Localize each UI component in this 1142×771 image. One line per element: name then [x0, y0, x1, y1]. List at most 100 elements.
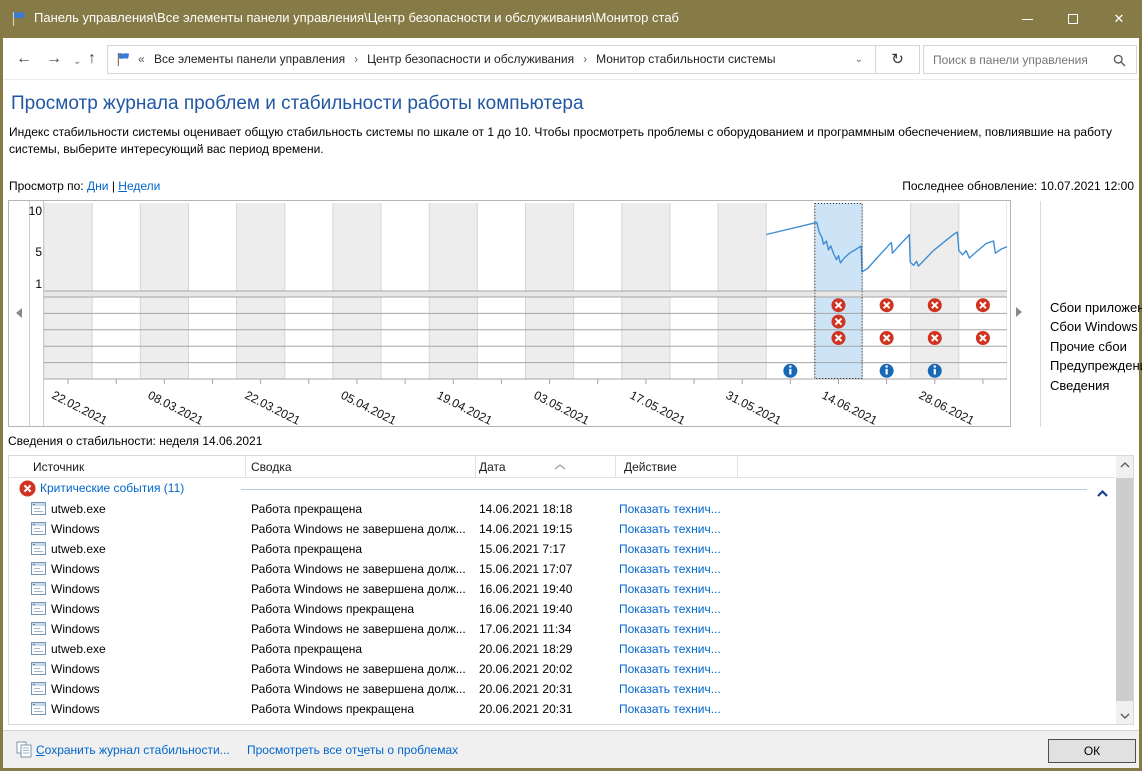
table-row[interactable]: utweb.exeРабота прекращена14.06.2021 18:…	[9, 499, 1115, 519]
show-details-link[interactable]: Показать технич...	[619, 502, 721, 516]
source-cell: Windows	[51, 562, 100, 576]
group-rule	[241, 489, 1087, 490]
error-icon	[976, 298, 990, 312]
minimize-icon	[1022, 19, 1033, 20]
error-icon	[880, 331, 894, 345]
vertical-scrollbar[interactable]	[1116, 456, 1133, 724]
column-header-2[interactable]: Сводка	[246, 456, 476, 478]
error-icon	[928, 331, 942, 345]
stability-chart[interactable]	[44, 203, 1007, 387]
show-details-link[interactable]: Показать технич...	[619, 642, 721, 656]
date-cell: 14.06.2021 18:18	[479, 502, 572, 516]
source-cell: Windows	[51, 582, 100, 596]
y-axis-tick: 5	[27, 244, 42, 260]
x-axis-label: 08.03.2021	[146, 388, 206, 428]
maximize-button[interactable]	[1050, 0, 1096, 38]
chart-axis-separator	[29, 201, 30, 426]
summary-cell: Работа Windows не завершена долж...	[251, 582, 466, 596]
column-header-4[interactable]: Действие	[616, 456, 738, 478]
forward-button[interactable]: →	[46, 51, 62, 67]
scroll-down-icon[interactable]	[1116, 707, 1133, 724]
breadcrumb-separator-icon: ›	[583, 52, 587, 66]
info-icon	[880, 364, 894, 378]
table-row[interactable]: Windows Работа Windows не завершена долж.…	[9, 579, 1115, 599]
address-bar[interactable]: « Все элементы панели управления › Центр б…	[107, 45, 876, 74]
view-by-label: Просмотр по:	[9, 179, 84, 193]
info-icon	[783, 364, 797, 378]
ok-button[interactable]: ОК	[1048, 739, 1136, 763]
table-row[interactable]: utweb.exeРабота прекращена20.06.2021 18:…	[9, 639, 1115, 659]
app-window: Панель управления\Все элементы панели уп…	[0, 0, 1142, 771]
footer-bar: Сохранить журнал стабильности... Просмот…	[3, 730, 1139, 768]
back-button[interactable]: ←	[16, 51, 32, 67]
x-axis-label: 22.03.2021	[242, 388, 302, 428]
breadcrumb-item[interactable]: Все элементы панели управления	[154, 52, 345, 66]
search-icon[interactable]	[1113, 54, 1126, 72]
show-details-link[interactable]: Показать технич...	[619, 702, 721, 716]
up-button[interactable]: ↑	[88, 51, 96, 67]
view-all-reports-link[interactable]: Просмотреть все отчеты о проблемах	[247, 743, 458, 757]
column-header-1[interactable]: Источник	[9, 456, 246, 478]
table-row[interactable]: WindowsРабота Windows не завершена долж.…	[9, 679, 1115, 699]
x-axis-label: 05.04.2021	[339, 388, 399, 428]
address-dropdown-icon[interactable]: ⌄	[855, 54, 863, 65]
group-label[interactable]: Критические события (11)	[40, 481, 184, 495]
table-row[interactable]: utweb.exeРабота прекращена15.06.2021 7:1…	[9, 539, 1115, 559]
summary-cell: Работа Windows не завершена долж...	[251, 662, 466, 676]
source-cell: Windows	[51, 622, 100, 636]
table-row[interactable]: WindowsРабота Windows не завершена долж.…	[9, 619, 1115, 639]
table-header: ИсточникСводкаДатаДействие	[9, 456, 1115, 478]
recent-pages-dropdown-icon[interactable]: ⌄	[73, 56, 81, 67]
summary-cell: Работа Windows не завершена долж...	[251, 682, 466, 696]
show-details-link[interactable]: Показать технич...	[619, 682, 721, 696]
breadcrumb-item[interactable]: Центр безопасности и обслуживания	[367, 52, 574, 66]
refresh-button[interactable]: ↻	[875, 45, 920, 74]
save-history-link[interactable]: Сохранить журнал стабильности...	[36, 743, 230, 757]
search-input[interactable]	[924, 46, 1136, 73]
show-details-link[interactable]: Показать технич...	[619, 602, 721, 616]
group-row-critical-events[interactable]: Критические события (11)	[9, 478, 1115, 499]
x-axis-label: 28.06.2021	[916, 388, 976, 428]
chart-scroll-left-icon[interactable]	[16, 308, 22, 318]
table-row[interactable]: WindowsРабота Windows прекращена20.06.20…	[9, 699, 1115, 719]
stability-chart-box: 1051 22.02.202108.03.202122.03.202105.04…	[8, 200, 1011, 427]
table-row[interactable]: WindowsРабота Windows не завершена долж.…	[9, 659, 1115, 679]
source-cell: utweb.exe	[51, 542, 106, 556]
table-row[interactable]: Windows Работа Windows не завершена долж.…	[9, 559, 1115, 579]
error-icon	[976, 331, 990, 345]
summary-cell: Работа Windows не завершена долж...	[251, 522, 466, 536]
show-details-link[interactable]: Показать технич...	[619, 582, 721, 596]
show-details-link[interactable]: Показать технич...	[619, 662, 721, 676]
breadcrumb-item[interactable]: Монитор стабильности системы	[596, 52, 776, 66]
application-icon	[31, 542, 46, 558]
summary-cell: Работа Windows не завершена долж...	[251, 562, 466, 576]
view-by-row: Просмотр по: Дни | Недели	[9, 179, 160, 193]
error-icon	[880, 298, 894, 312]
show-details-link[interactable]: Показать технич...	[619, 622, 721, 636]
x-axis-label: 03.05.2021	[531, 388, 591, 428]
x-axis-label: 22.02.2021	[50, 388, 110, 428]
application-icon	[31, 502, 46, 518]
view-days-link[interactable]: Дни	[87, 179, 108, 193]
table-row[interactable]: WindowsРабота Windows не завершена долж.…	[9, 519, 1115, 539]
application-icon	[31, 622, 46, 638]
view-weeks-link[interactable]: Недели	[118, 179, 160, 193]
event-row-labels: Сбои приложенийСбои WindowsПрочие сбоиПр…	[1050, 300, 1142, 397]
x-axis-label: 19.04.2021	[435, 388, 495, 428]
scrollbar-thumb[interactable]	[1116, 478, 1133, 701]
minimize-button[interactable]	[1004, 0, 1050, 38]
security-flag-icon	[11, 11, 27, 32]
y-axis-tick: 10	[27, 203, 42, 219]
close-button[interactable]: ✕	[1096, 0, 1142, 38]
error-icon	[831, 315, 845, 329]
event-row-label: Предупреждения	[1050, 358, 1142, 377]
chart-scroll-right-icon[interactable]	[1016, 307, 1022, 317]
show-details-link[interactable]: Показать технич...	[619, 522, 721, 536]
scroll-up-icon[interactable]	[1116, 456, 1133, 473]
show-details-link[interactable]: Показать технич...	[619, 562, 721, 576]
breadcrumb-overflow-icon[interactable]: «	[138, 52, 145, 66]
table-row[interactable]: WindowsРабота Windows прекращена16.06.20…	[9, 599, 1115, 619]
column-header-3[interactable]: Дата	[476, 456, 616, 478]
show-details-link[interactable]: Показать технич...	[619, 542, 721, 556]
source-cell: Windows	[51, 602, 100, 616]
